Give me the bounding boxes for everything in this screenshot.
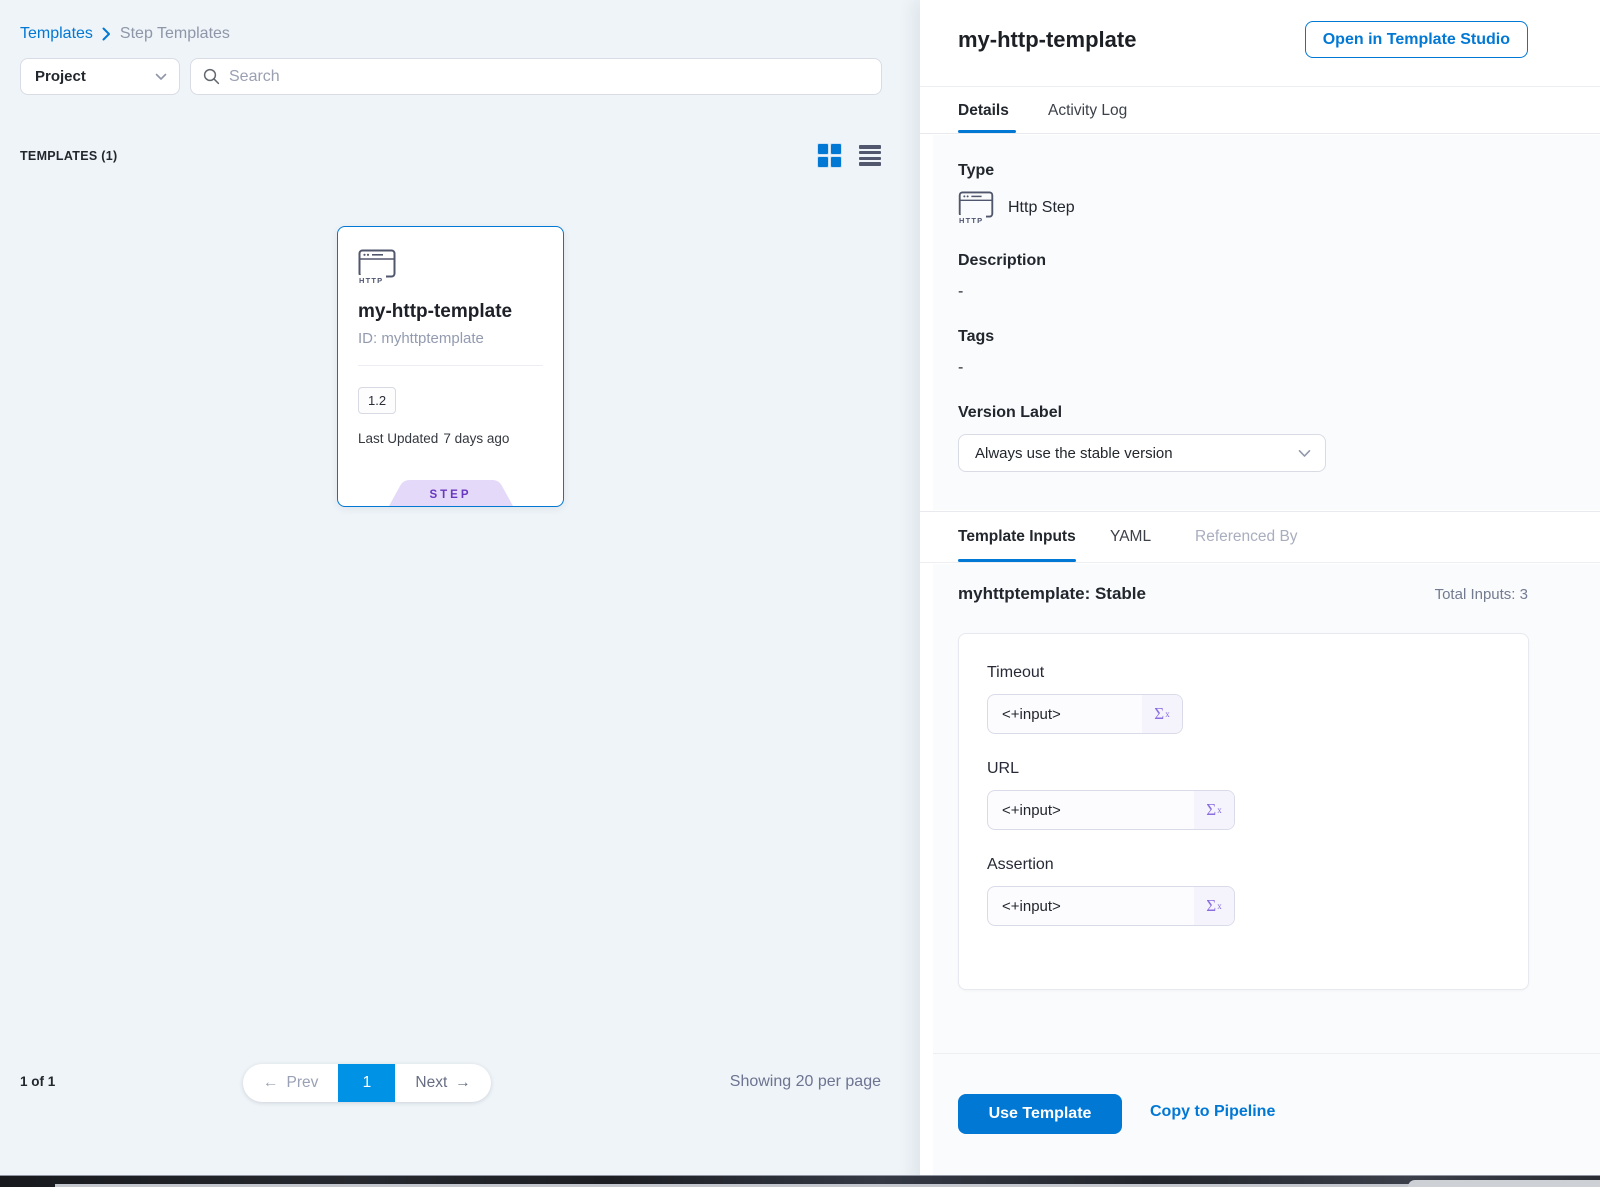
next-arrow-icon: → — [455, 1074, 471, 1092]
template-list-panel: Templates Step Templates Project TEMPLAT — [0, 0, 920, 1187]
active-tab-underline — [958, 559, 1076, 562]
template-content-tabs: Template Inputs YAML Referenced By — [920, 511, 1600, 563]
page-title: my-http-template — [958, 27, 1136, 53]
inputs-card: Timeout <+input> Σx URL <+input> Σx Asse… — [958, 633, 1529, 990]
open-template-studio-button[interactable]: Open in Template Studio — [1305, 21, 1528, 58]
search-icon — [203, 68, 220, 85]
chevron-down-icon — [155, 73, 167, 81]
page-1-button[interactable]: 1 — [338, 1064, 395, 1102]
template-inputs-section: myhttptemplate: Stable Total Inputs: 3 T… — [933, 564, 1600, 1053]
expression-icon[interactable]: Σx — [1194, 791, 1234, 829]
version-badge: 1.2 — [358, 387, 396, 414]
inputs-heading: myhttptemplate: Stable — [958, 584, 1146, 604]
breadcrumb-chevron-icon — [102, 27, 111, 41]
last-updated: Last Updated 7 days ago — [358, 431, 543, 446]
card-divider — [358, 365, 543, 366]
details-footer: Use Template Copy to Pipeline — [933, 1053, 1600, 1176]
template-card-title: my-http-template — [358, 301, 543, 323]
per-page-label: Showing 20 per page — [730, 1073, 881, 1091]
filter-row: Project — [20, 58, 882, 95]
pagination: ← Prev 1 Next → — [243, 1064, 491, 1102]
list-view-icon[interactable] — [859, 145, 881, 166]
copy-to-pipeline-link[interactable]: Copy to Pipeline — [1150, 1103, 1275, 1121]
version-select[interactable]: Always use the stable version — [958, 434, 1326, 472]
search-field — [190, 58, 882, 95]
template-card[interactable]: HTTP my-http-template ID: myhttptemplate… — [337, 226, 564, 507]
tags-label: Tags — [958, 328, 1600, 346]
breadcrumb: Templates Step Templates — [20, 25, 230, 43]
assertion-input[interactable]: <+input> Σx — [987, 886, 1235, 926]
description-label: Description — [958, 252, 1600, 270]
details-tabs: Details Activity Log — [920, 88, 1600, 134]
tags-value: - — [958, 359, 1600, 377]
breadcrumb-templates-link[interactable]: Templates — [20, 25, 93, 43]
scope-select[interactable]: Project — [20, 58, 180, 95]
tab-details[interactable]: Details — [958, 88, 1009, 133]
templates-count-label: TEMPLATES (1) — [20, 149, 117, 163]
templates-page: Templates Step Templates Project TEMPLAT — [0, 0, 1600, 1187]
template-card-id: ID: myhttptemplate — [358, 330, 543, 347]
timeout-label: Timeout — [987, 664, 1500, 682]
input-group-assertion: Assertion <+input> Σx — [987, 856, 1500, 926]
total-inputs-label: Total Inputs: 3 — [1435, 586, 1528, 603]
assertion-label: Assertion — [987, 856, 1500, 874]
chevron-down-icon — [1298, 449, 1311, 458]
active-tab-underline — [958, 130, 1016, 133]
step-type-badge: STEP — [385, 480, 517, 506]
details-section: Type HTTP Http Step Description - Tags — [933, 135, 1600, 510]
timeout-input[interactable]: <+input> Σx — [987, 694, 1183, 734]
expression-icon[interactable]: Σx — [1194, 887, 1234, 925]
http-step-icon: HTTP — [358, 249, 398, 285]
details-header: my-http-template Open in Template Studio — [920, 0, 1600, 87]
input-group-url: URL <+input> Σx — [987, 760, 1500, 830]
use-template-button[interactable]: Use Template — [958, 1094, 1122, 1134]
tab-referenced-by[interactable]: Referenced By — [1195, 512, 1298, 562]
type-value: Http Step — [1008, 199, 1075, 217]
url-label: URL — [987, 760, 1500, 778]
type-label: Type — [958, 162, 1600, 180]
version-select-value: Always use the stable version — [975, 445, 1173, 462]
http-step-icon: HTTP — [958, 191, 996, 225]
grid-view-icon[interactable] — [818, 144, 841, 167]
page-count: 1 of 1 — [20, 1074, 55, 1089]
scope-select-value: Project — [35, 68, 86, 85]
prev-page-button[interactable]: ← Prev — [243, 1064, 338, 1102]
expression-icon[interactable]: Σx — [1142, 695, 1182, 733]
tab-template-inputs[interactable]: Template Inputs — [958, 512, 1076, 562]
description-value: - — [958, 283, 1600, 301]
template-details-panel: my-http-template Open in Template Studio… — [920, 0, 1600, 1187]
http-icon-label: HTTP — [958, 215, 986, 225]
templates-header: TEMPLATES (1) — [20, 144, 881, 167]
prev-arrow-icon: ← — [263, 1074, 279, 1092]
tab-activity-log[interactable]: Activity Log — [1048, 88, 1127, 133]
http-icon-label: HTTP — [358, 275, 386, 285]
input-group-timeout: Timeout <+input> Σx — [987, 664, 1500, 734]
search-input[interactable] — [229, 68, 869, 86]
version-label: Version Label — [958, 404, 1600, 422]
desktop-edge — [0, 1175, 1600, 1187]
next-page-button[interactable]: Next → — [395, 1064, 490, 1102]
url-input[interactable]: <+input> Σx — [987, 790, 1235, 830]
tab-yaml[interactable]: YAML — [1110, 512, 1151, 562]
breadcrumb-current: Step Templates — [120, 25, 230, 43]
